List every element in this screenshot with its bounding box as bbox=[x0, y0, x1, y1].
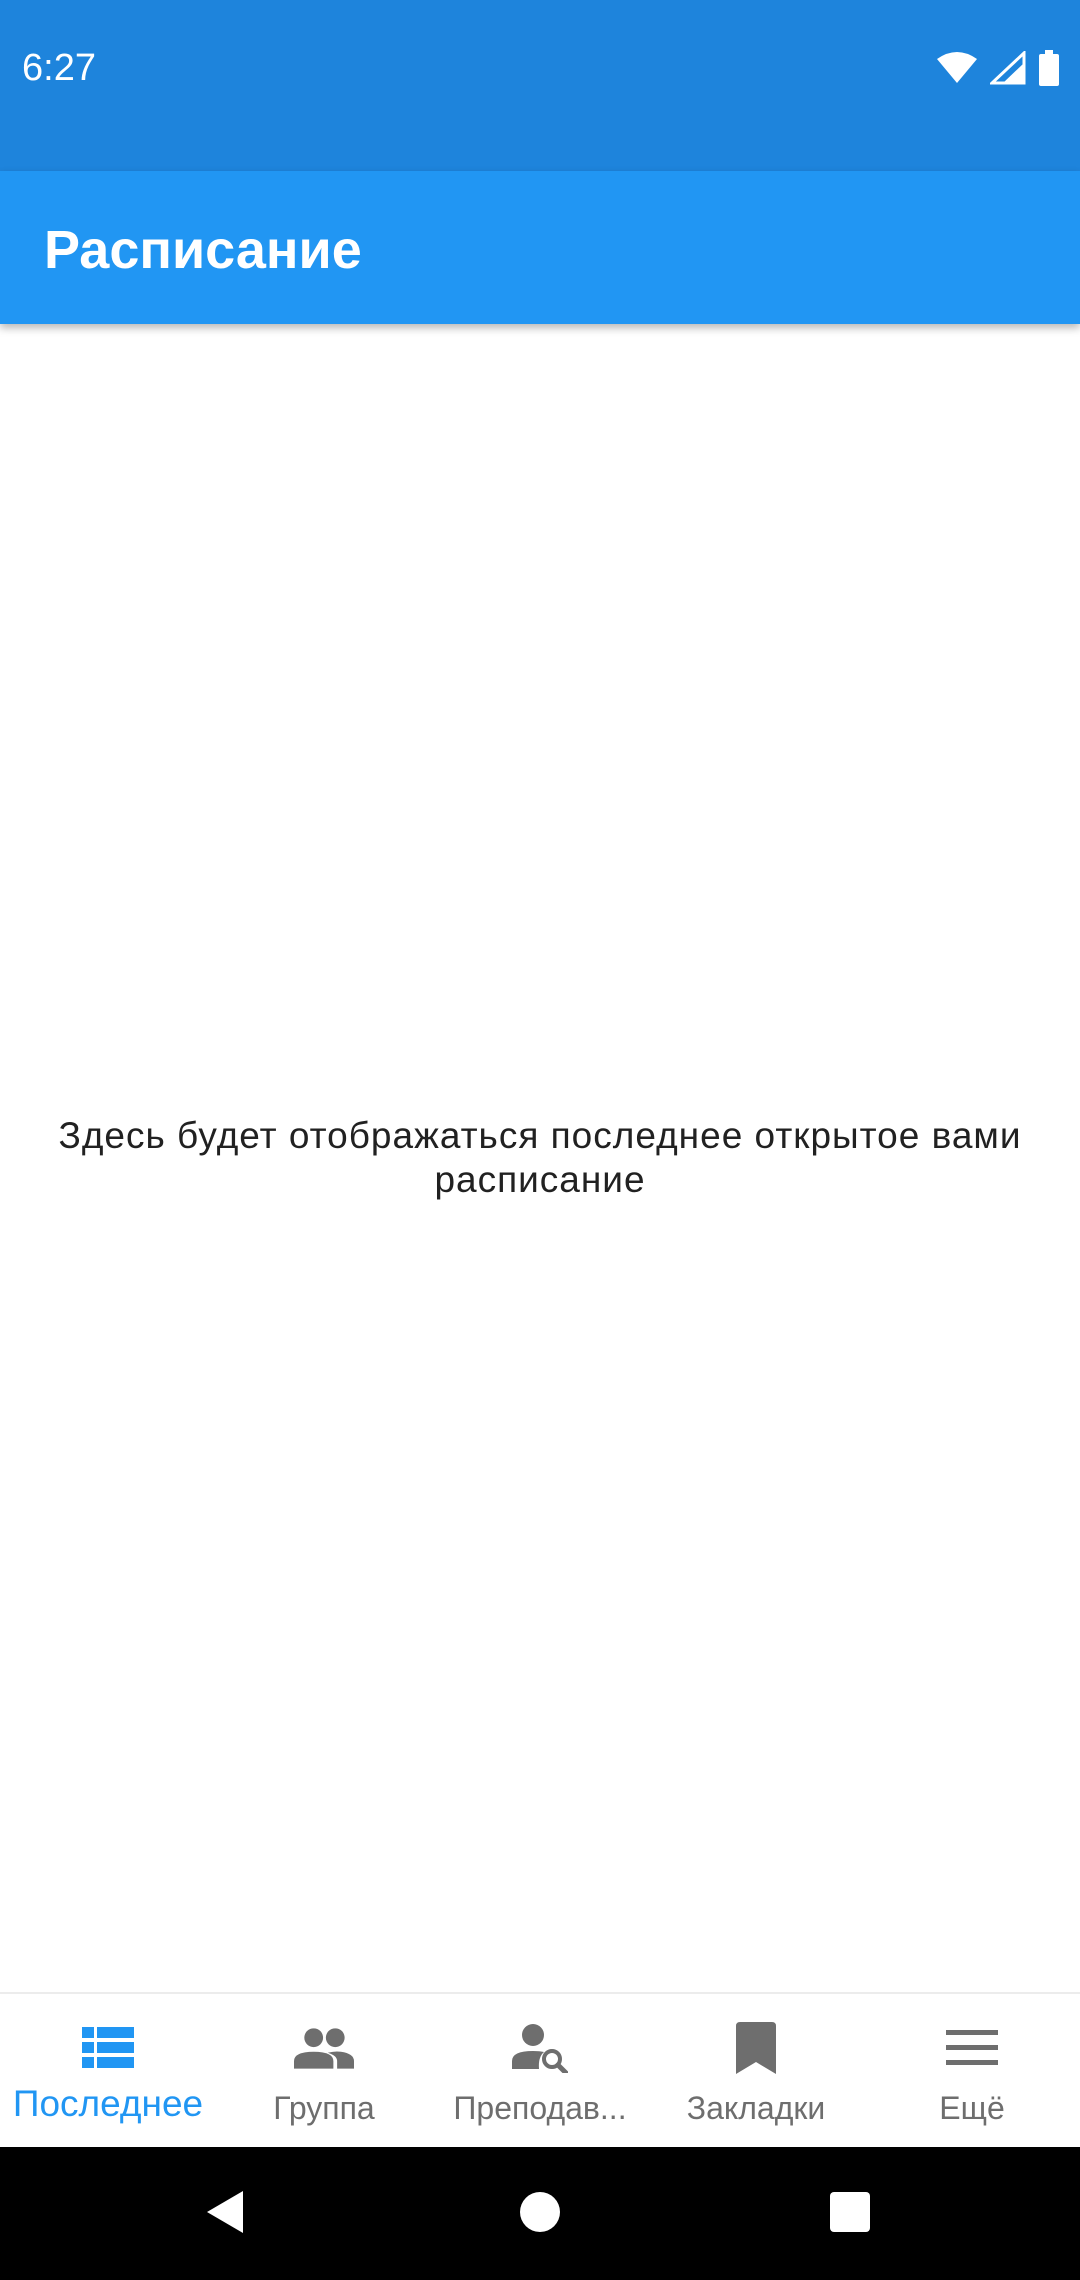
nav-label: Последнее bbox=[12, 2084, 204, 2124]
nav-item-more[interactable]: Ещё bbox=[864, 1994, 1080, 2147]
nav-label: Преподав... bbox=[453, 2090, 627, 2126]
nav-item-recent[interactable]: Последнее bbox=[0, 1994, 216, 2147]
back-button[interactable] bbox=[165, 2147, 285, 2280]
recents-button[interactable] bbox=[790, 2147, 910, 2280]
empty-state-message: Здесь будет отображаться последнее откры… bbox=[58, 1115, 1022, 1200]
nav-label: Группа bbox=[273, 2090, 375, 2126]
app-bar: Расписание bbox=[0, 171, 1080, 324]
home-icon bbox=[519, 2191, 561, 2237]
home-button[interactable] bbox=[480, 2147, 600, 2280]
person-search-icon bbox=[510, 2018, 570, 2078]
page-title: Расписание bbox=[44, 220, 362, 280]
cellular-signal-icon bbox=[990, 51, 1026, 85]
content-area: Здесь будет отображаться последнее откры… bbox=[0, 324, 1080, 1992]
nav-item-group[interactable]: Группа bbox=[216, 1994, 432, 2147]
nav-item-teacher[interactable]: Преподав... bbox=[432, 1994, 648, 2147]
bottom-navigation: Последнее Группа Преподав... Закладки Ещ… bbox=[0, 1992, 1080, 2147]
nav-label: Закладки bbox=[686, 2090, 826, 2126]
nav-label: Ещё bbox=[939, 2090, 1005, 2126]
nav-item-bookmarks[interactable]: Закладки bbox=[648, 1994, 864, 2147]
list-icon bbox=[78, 2018, 138, 2078]
recents-icon bbox=[829, 2191, 871, 2237]
system-navigation-bar bbox=[0, 2147, 1080, 2280]
battery-icon bbox=[1038, 50, 1060, 86]
group-icon bbox=[294, 2018, 354, 2078]
status-time: 6:27 bbox=[22, 47, 96, 89]
wifi-icon bbox=[936, 51, 978, 85]
menu-icon bbox=[942, 2018, 1002, 2078]
back-icon bbox=[205, 2189, 245, 2239]
status-icons bbox=[936, 48, 1060, 88]
status-bar: 6:27 bbox=[0, 0, 1080, 171]
bookmark-icon bbox=[726, 2018, 786, 2078]
